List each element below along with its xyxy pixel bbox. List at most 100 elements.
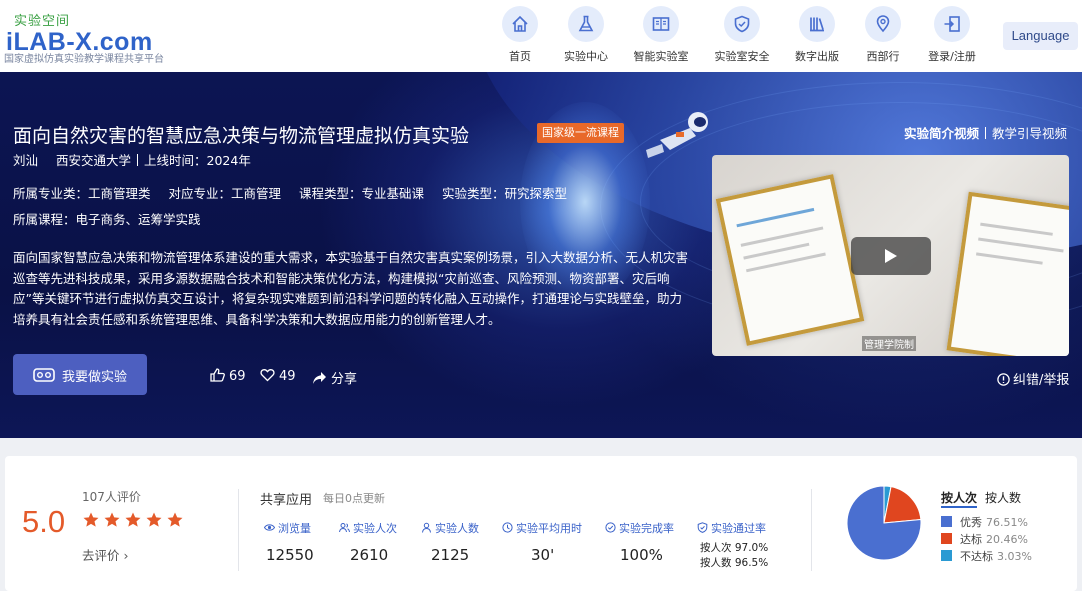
grade-pie-chart xyxy=(846,485,922,561)
info-icon xyxy=(997,373,1010,386)
legend-percent: 3.03% xyxy=(997,550,1032,563)
legend-item: 不达标 3.03% xyxy=(941,548,1032,564)
tab-intro-video[interactable]: 实验简介视频 xyxy=(904,126,979,141)
stat-pass-rate-header: 实验通过率 xyxy=(697,520,766,536)
stat-users-value: 2125 xyxy=(431,546,470,564)
share-icon xyxy=(313,372,326,384)
experiment-type: 实验类型：研究探索型 xyxy=(442,186,568,201)
shield-check-icon xyxy=(697,522,708,533)
like-button[interactable]: 69 xyxy=(210,368,246,384)
divider xyxy=(985,127,987,139)
school-name: 西安交通大学 xyxy=(56,153,132,168)
stat-label: 实验通过率 xyxy=(711,522,766,535)
play-button[interactable] xyxy=(851,237,931,275)
nav-login[interactable]: 登录/注册 xyxy=(912,6,992,66)
tab-by-people[interactable]: 按人数 xyxy=(985,491,1021,505)
legend-swatch xyxy=(941,550,952,561)
divider xyxy=(137,154,139,166)
stat-views-value: 12550 xyxy=(266,546,314,564)
share-label: 分享 xyxy=(331,372,358,387)
course-description: 面向国家智慧应急决策和物流管理体系建设的重大需求，本实验基于自然灾害真实案例场景… xyxy=(13,250,689,327)
home-icon xyxy=(502,6,538,42)
stat-label: 浏览量 xyxy=(278,522,311,535)
stat-label: 实验人次 xyxy=(353,522,397,535)
online-time: 上线时间：2024年 xyxy=(144,153,251,168)
review-count: 107人评价 xyxy=(82,490,141,504)
nav-experiment-center[interactable]: 实验中心 xyxy=(546,6,626,66)
legend-percent: 76.51% xyxy=(986,516,1028,529)
major: 对应专业：工商管理 xyxy=(168,186,282,201)
users-icon xyxy=(339,523,350,533)
stat-completion-header: 实验完成率 xyxy=(605,520,674,536)
divider xyxy=(811,489,812,571)
star-icon xyxy=(146,512,162,527)
legend-percent: 20.46% xyxy=(986,533,1028,546)
rating-stars xyxy=(82,511,202,529)
like-count: 69 xyxy=(229,369,246,384)
vr-headset-icon xyxy=(33,368,55,382)
pass-by-times: 按人次 97.0% xyxy=(700,542,769,554)
language-button[interactable]: Language xyxy=(1003,22,1078,50)
flask-icon xyxy=(568,6,604,42)
author-name[interactable]: 刘汕 xyxy=(13,153,38,168)
stat-label: 实验人数 xyxy=(435,522,479,535)
nav-label: 实验中心 xyxy=(564,50,608,63)
go-review-link[interactable]: 去评价 › xyxy=(82,545,128,564)
nav-label: 实验室安全 xyxy=(714,50,770,63)
tab-by-times[interactable]: 按人次 xyxy=(941,491,978,508)
login-icon xyxy=(934,6,970,42)
first-class-badge: 国家级一流课程 xyxy=(537,123,624,143)
pie-tabs: 按人次 按人数 xyxy=(941,489,1021,508)
report-error-link[interactable]: 纠错/举报 xyxy=(997,369,1069,388)
favorite-button[interactable]: 49 xyxy=(260,368,296,384)
share-button[interactable]: 分享 xyxy=(312,368,357,387)
divider xyxy=(238,489,239,571)
legend-label: 不达标 xyxy=(960,550,993,563)
nav-west-tour[interactable]: 西部行 xyxy=(843,6,923,66)
heart-icon xyxy=(260,369,275,382)
stat-avg-time-value: 30' xyxy=(531,546,555,564)
nav-label: 智能实验室 xyxy=(633,50,689,63)
update-note: 每日0点更新 xyxy=(323,492,385,505)
map-pin-icon xyxy=(865,6,901,42)
certificate-image xyxy=(946,191,1069,356)
legend-item: 优秀 76.51% xyxy=(941,514,1028,530)
main-nav: 首页 实验中心 智能实验室 实验室安全 数字出版 西部行 登录/注册 xyxy=(0,6,1082,66)
pie-slice[interactable] xyxy=(883,486,922,524)
course-type: 课程类型：专业基础课 xyxy=(299,186,425,201)
star-icon xyxy=(167,512,183,527)
video-tabs: 实验简介视频 教学引导视频 xyxy=(904,123,1067,142)
legend-swatch xyxy=(941,516,952,527)
share-app-title: 共享应用 xyxy=(260,493,313,508)
user-icon xyxy=(422,522,431,533)
stat-sessions-value: 2610 xyxy=(350,546,389,564)
tab-guide-video[interactable]: 教学引导视频 xyxy=(992,126,1067,141)
books-icon xyxy=(799,6,835,42)
intro-video-player[interactable]: 管理学院制 xyxy=(712,155,1069,356)
book-icon xyxy=(643,6,679,42)
astronaut-illustration xyxy=(646,112,708,158)
major-category: 所属专业类：工商管理类 xyxy=(13,186,151,201)
thumbs-up-icon xyxy=(210,368,225,382)
do-experiment-label: 我要做实验 xyxy=(62,370,128,385)
stat-avg-time-header: 实验平均用时 xyxy=(502,520,582,536)
course-classification: 所属专业类：工商管理类 对应专业：工商管理 课程类型：专业基础课 实验类型：研究… xyxy=(13,183,581,202)
legend-label: 达标 xyxy=(960,533,982,546)
play-icon xyxy=(885,249,897,263)
course-title: 面向自然灾害的智慧应急决策与物流管理虚拟仿真实验 xyxy=(13,125,470,147)
pass-by-people: 按人数 96.5% xyxy=(700,557,769,569)
nav-label: 西部行 xyxy=(866,50,900,63)
legend-label: 优秀 xyxy=(960,516,982,529)
rating-score: 5.0 xyxy=(22,504,66,539)
video-caption: 管理学院制 xyxy=(862,336,916,351)
stat-label: 实验平均用时 xyxy=(516,522,582,535)
star-icon xyxy=(83,512,99,527)
nav-label: 登录/注册 xyxy=(928,50,976,63)
favorite-count: 49 xyxy=(279,369,296,384)
do-experiment-button[interactable]: 我要做实验 xyxy=(13,354,147,395)
stat-sessions-header: 实验人次 xyxy=(339,520,397,536)
stats-panel: 5.0 107人评价 去评价 › 共享应用 每日0点更新 浏览量 实验人次 实验… xyxy=(5,456,1077,591)
nav-lab-safety[interactable]: 实验室安全 xyxy=(702,6,782,66)
nav-smart-lab[interactable]: 智能实验室 xyxy=(621,6,701,66)
star-icon xyxy=(125,512,141,527)
